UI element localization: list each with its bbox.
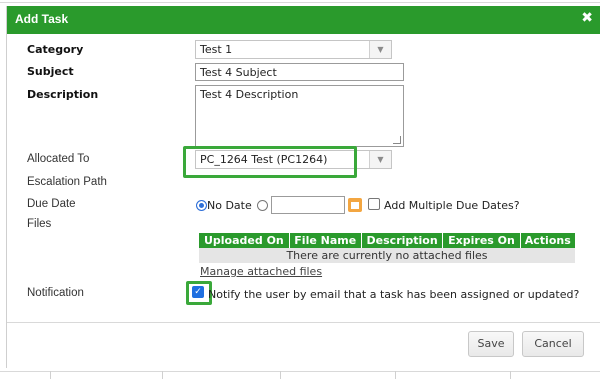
- column-header-description[interactable]: Description: [361, 233, 444, 248]
- notification-checkbox-label: Notify the user by email that a task has…: [208, 288, 580, 301]
- close-icon[interactable]: ✖: [581, 10, 593, 26]
- category-value: Test 1: [200, 43, 233, 56]
- footer-divider: [7, 322, 600, 323]
- backdrop-tick: [280, 371, 281, 379]
- resize-grip-icon[interactable]: [393, 136, 401, 144]
- backdrop-tick: [50, 371, 51, 379]
- backdrop-line: [0, 2, 600, 3]
- description-textarea[interactable]: Test 4 Description: [195, 85, 404, 147]
- add-multiple-due-dates-checkbox[interactable]: [368, 198, 380, 210]
- save-button[interactable]: Save: [468, 331, 514, 357]
- calendar-icon[interactable]: [348, 198, 362, 212]
- subject-value: Test 4 Subject: [200, 66, 277, 79]
- chevron-down-icon: ▼: [369, 41, 391, 58]
- add-task-dialog: Add Task ✖ Category Test 1 ▼ Subject Tes…: [6, 6, 600, 368]
- notification-checkbox[interactable]: ✓: [192, 286, 204, 298]
- files-table-header-row: Uploaded On File Name Description Expire…: [199, 233, 575, 248]
- subject-label: Subject: [27, 65, 74, 78]
- category-label: Category: [27, 43, 84, 56]
- subject-input[interactable]: Test 4 Subject: [195, 63, 404, 81]
- description-value: Test 4 Description: [200, 88, 299, 101]
- files-label: Files: [27, 218, 52, 230]
- backdrop-tick: [162, 371, 163, 379]
- dialog-titlebar: Add Task ✖: [7, 6, 600, 34]
- column-header-uploaded-on[interactable]: Uploaded On: [199, 233, 290, 248]
- due-date-input[interactable]: [271, 196, 345, 214]
- escalation-path-label: Escalation Path: [27, 176, 107, 188]
- files-table: Uploaded On File Name Description Expire…: [199, 233, 575, 263]
- dialog-title: Add Task: [15, 12, 69, 26]
- description-label: Description: [27, 88, 99, 101]
- column-header-actions: Actions: [520, 233, 575, 248]
- category-select[interactable]: Test 1 ▼: [195, 40, 392, 59]
- pick-date-radio[interactable]: [257, 200, 268, 211]
- column-header-file-name[interactable]: File Name: [289, 233, 362, 248]
- cancel-button[interactable]: Cancel: [522, 331, 584, 357]
- add-multiple-due-dates-label: Add Multiple Due Dates?: [384, 199, 520, 212]
- backdrop-tick: [510, 371, 511, 379]
- allocated-to-highlight: [183, 146, 357, 178]
- due-date-label: Due Date: [27, 198, 76, 210]
- no-date-label: No Date: [207, 199, 252, 212]
- no-date-radio[interactable]: [196, 200, 207, 211]
- column-header-expires-on[interactable]: Expires On: [442, 233, 521, 248]
- chevron-down-icon: ▼: [369, 151, 391, 168]
- notification-label: Notification: [27, 287, 84, 299]
- backdrop-tick: [395, 371, 396, 379]
- manage-attached-files-link[interactable]: Manage attached files: [200, 265, 322, 278]
- table-row: There are currently no attached files: [199, 248, 575, 263]
- files-empty-message: There are currently no attached files: [199, 248, 575, 263]
- allocated-to-label: Allocated To: [27, 153, 90, 165]
